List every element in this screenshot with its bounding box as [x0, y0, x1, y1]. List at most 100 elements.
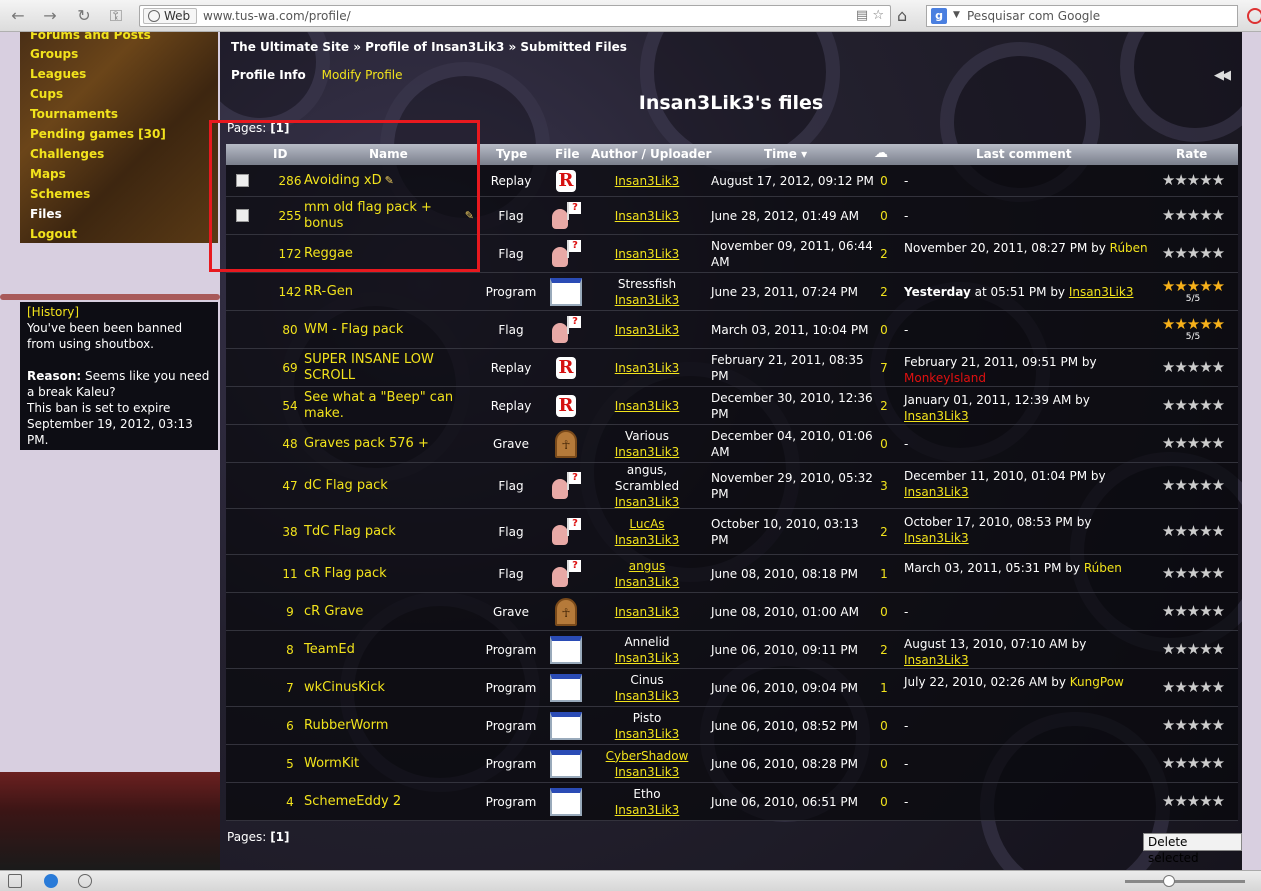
uploader-link[interactable]: Insan3Lik3 [615, 444, 680, 460]
comment-count[interactable]: 2 [874, 235, 894, 272]
col-last-comment[interactable]: Last comment [976, 147, 1072, 161]
adblock-icon[interactable] [1247, 8, 1261, 24]
flag-icon[interactable]: ? [550, 239, 582, 269]
menu-item-tournaments[interactable]: Tournaments [30, 104, 218, 124]
comment-count[interactable]: 1 [874, 669, 894, 706]
file-name-link[interactable]: RR-Gen [304, 284, 353, 300]
comment-count[interactable]: 0 [874, 197, 894, 234]
rating-stars[interactable]: ★★★★★ [1162, 279, 1225, 294]
author-link[interactable]: CyberShadow [606, 748, 689, 764]
program-icon[interactable] [550, 635, 582, 664]
uploader-link[interactable]: Insan3Lik3 [615, 398, 680, 414]
file-name-link[interactable]: wkCinusKick [304, 680, 385, 696]
back-icon[interactable]: ← [8, 6, 28, 26]
rating-stars[interactable]: ★★★★★ [1162, 718, 1225, 733]
url-text[interactable]: www.tus-wa.com/profile/ [203, 9, 351, 23]
cloud-icon[interactable] [44, 874, 58, 888]
tab-profile-info[interactable]: Profile Info [231, 68, 306, 82]
program-icon[interactable] [550, 749, 582, 778]
rating-stars[interactable]: ★★★★★ [1162, 794, 1225, 809]
uploader-link[interactable]: Insan3Lik3 [615, 494, 680, 510]
flag-icon[interactable]: ? [550, 315, 582, 345]
replay-icon[interactable]: R [556, 356, 576, 379]
comment-count[interactable]: 0 [874, 425, 894, 462]
rating-stars[interactable]: ★★★★★ [1162, 478, 1225, 493]
rating-stars[interactable]: ★★★★★ [1162, 756, 1225, 771]
flag-icon[interactable]: ? [550, 471, 582, 501]
last-comment-user[interactable]: Rúben [1084, 561, 1122, 575]
rating-stars[interactable]: ★★★★★ [1162, 436, 1225, 451]
uploader-link[interactable]: Insan3Lik3 [615, 322, 680, 338]
address-bar[interactable]: Web www.tus-wa.com/profile/ ▤ ☆ [139, 5, 891, 27]
flag-icon[interactable]: ? [550, 517, 582, 547]
comment-count[interactable]: 2 [874, 509, 894, 554]
menu-item-files[interactable]: Files [30, 204, 218, 224]
comment-count[interactable]: 3 [874, 463, 894, 508]
author-link[interactable]: angus [629, 558, 665, 574]
comment-count[interactable]: 0 [874, 707, 894, 744]
uploader-link[interactable]: Insan3Lik3 [615, 650, 680, 666]
delete-selected-button[interactable]: Delete selected [1143, 833, 1242, 865]
rating-stars[interactable]: ★★★★★ [1162, 246, 1225, 261]
last-comment-user[interactable]: Insan3Lik3 [1069, 285, 1134, 299]
grave-icon[interactable]: ☥ [555, 429, 577, 458]
comment-count[interactable]: 2 [874, 387, 894, 424]
window-icon[interactable] [8, 874, 22, 888]
file-name-link[interactable]: WM - Flag pack [304, 322, 403, 338]
menu-item-maps[interactable]: Maps [30, 164, 218, 184]
author-link[interactable]: LucAs [629, 516, 664, 532]
rating-stars[interactable]: ★★★★★ [1162, 566, 1225, 581]
menu-item-cups[interactable]: Cups [30, 84, 218, 104]
file-name-link[interactable]: SchemeEddy 2 [304, 794, 401, 810]
uploader-link[interactable]: Insan3Lik3 [615, 360, 680, 376]
last-comment-user[interactable]: Insan3Lik3 [904, 653, 969, 667]
col-author[interactable]: Author / Uploader [591, 147, 711, 161]
menu-item-logout[interactable]: Logout [30, 224, 218, 244]
menu-item-schemes[interactable]: Schemes [30, 184, 218, 204]
file-name-link[interactable]: See what a "Beep" can make. [304, 390, 474, 422]
file-name-link[interactable]: dC Flag pack [304, 478, 388, 494]
menu-item-groups[interactable]: Groups [30, 44, 218, 64]
breadcrumb[interactable]: The Ultimate Site » Profile of Insan3Lik… [231, 40, 627, 54]
col-rate[interactable]: Rate [1176, 147, 1207, 161]
uploader-link[interactable]: Insan3Lik3 [615, 173, 680, 189]
program-icon[interactable] [550, 711, 582, 740]
zoom-knob[interactable] [1163, 875, 1175, 887]
flag-icon[interactable]: ? [550, 559, 582, 589]
site-chip[interactable]: Web [143, 8, 198, 24]
uploader-link[interactable]: Insan3Lik3 [615, 574, 680, 590]
uploader-link[interactable]: Insan3Lik3 [615, 764, 680, 780]
last-comment-user[interactable]: Insan3Lik3 [904, 531, 969, 545]
rating-stars[interactable]: ★★★★★ [1162, 173, 1225, 188]
file-name-link[interactable]: cR Flag pack [304, 566, 387, 582]
reload-icon[interactable]: ↻ [74, 6, 94, 26]
rating-stars[interactable]: ★★★★★ [1162, 680, 1225, 695]
last-comment-user[interactable]: Rúben [1110, 241, 1148, 255]
rating-stars[interactable]: ★★★★★ [1162, 604, 1225, 619]
page-link[interactable]: [1] [270, 830, 289, 844]
file-name-link[interactable]: TdC Flag pack [304, 524, 396, 540]
uploader-link[interactable]: Insan3Lik3 [615, 802, 680, 818]
uploader-link[interactable]: Insan3Lik3 [615, 208, 680, 224]
collapse-icon[interactable]: ◀◀ [1214, 68, 1231, 83]
last-comment-user[interactable]: MonkeyIsland [904, 371, 986, 385]
star-icon[interactable]: ☆ [872, 8, 884, 23]
rss-icon[interactable]: ▤ [856, 8, 868, 23]
shoutbox-history-link[interactable]: [History] [27, 304, 211, 320]
rating-stars[interactable]: ★★★★★ [1162, 208, 1225, 223]
file-name-link[interactable]: TeamEd [304, 642, 355, 658]
program-icon[interactable] [550, 277, 582, 306]
uploader-link[interactable]: Insan3Lik3 [615, 532, 680, 548]
home-icon[interactable]: ⌂ [897, 6, 907, 25]
uploader-link[interactable]: Insan3Lik3 [615, 604, 680, 620]
comment-count[interactable]: 0 [874, 593, 894, 630]
rating-stars[interactable]: ★★★★★ [1162, 524, 1225, 539]
comment-count[interactable]: 1 [874, 555, 894, 592]
comment-count[interactable]: 2 [874, 273, 894, 310]
rating-stars[interactable]: ★★★★★ [1162, 360, 1225, 375]
comment-count[interactable]: 0 [874, 311, 894, 348]
comment-count[interactable]: 0 [874, 783, 894, 820]
file-name-link[interactable]: WormKit [304, 756, 359, 772]
rating-stars[interactable]: ★★★★★ [1162, 317, 1225, 332]
uploader-link[interactable]: Insan3Lik3 [615, 726, 680, 742]
